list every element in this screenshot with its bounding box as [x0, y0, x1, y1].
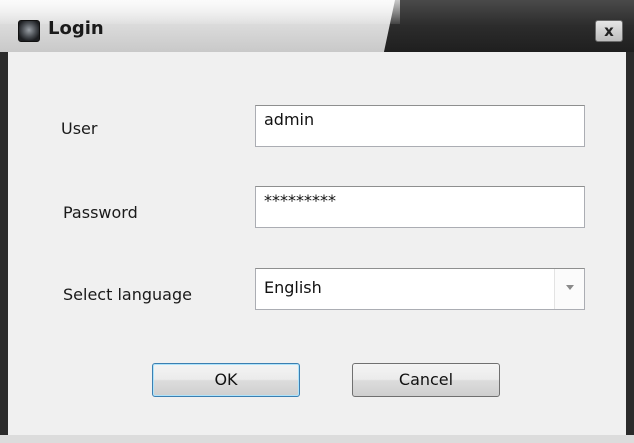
user-input-value: admin — [264, 110, 315, 129]
user-label: User — [61, 119, 98, 138]
ok-button[interactable]: OK — [152, 363, 300, 397]
window-title: Login — [48, 18, 104, 39]
window-bottom-border — [0, 435, 634, 443]
language-label: Select language — [63, 285, 192, 304]
password-input[interactable]: ********* — [255, 186, 585, 228]
language-select-value: English — [264, 278, 322, 297]
app-icon — [18, 20, 40, 42]
dialog-body: User admin Password ********* Select lan… — [8, 52, 626, 435]
password-label: Password — [63, 203, 138, 222]
close-button[interactable]: x — [595, 20, 623, 42]
password-input-value: ********* — [264, 191, 336, 210]
chevron-down-icon[interactable] — [554, 269, 584, 309]
title-bar[interactable]: Login x — [0, 0, 634, 52]
language-select[interactable]: English — [255, 268, 585, 310]
user-input[interactable]: admin — [255, 105, 585, 147]
cancel-button[interactable]: Cancel — [352, 363, 500, 397]
login-window: Login x User admin Password ********* Se… — [0, 0, 634, 443]
